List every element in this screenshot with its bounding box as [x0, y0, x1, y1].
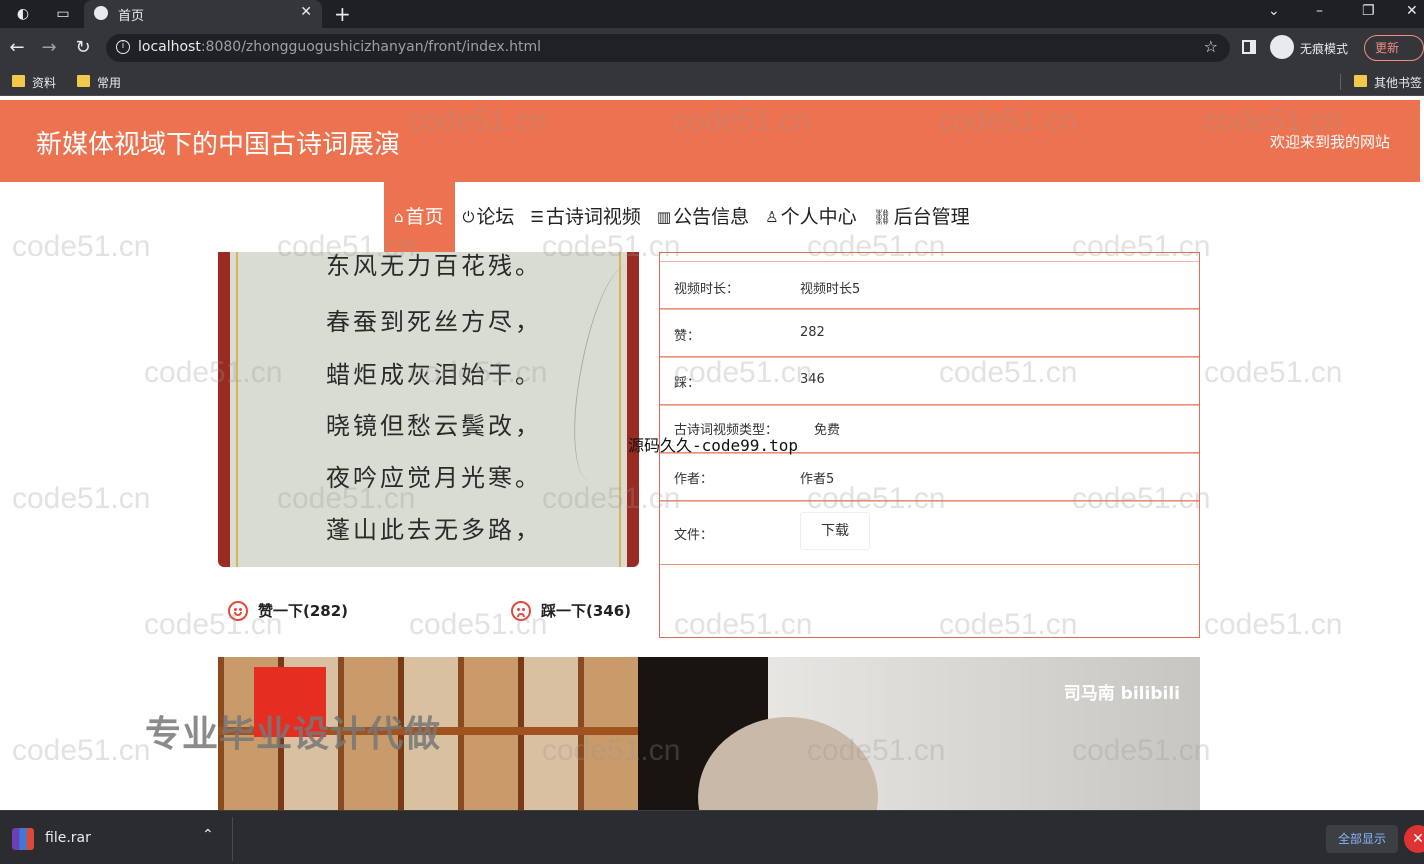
detail-value: 免费 — [814, 423, 841, 438]
detail-row-dislikes: 踩： 346 — [660, 357, 1199, 405]
side-panel-icon[interactable] — [1242, 40, 1256, 54]
close-icon[interactable]: ✕ — [1404, 825, 1424, 853]
nav-profile[interactable]: ♙ 个人中心 — [757, 182, 864, 252]
home-icon: ⌂ — [394, 208, 404, 226]
smile-icon — [228, 600, 248, 621]
detail-value: 作者5 — [800, 472, 835, 487]
bilibili-watermark: 司马南 bilibili — [1063, 684, 1180, 704]
poem-line: 蜡炬成灰泪始干。 — [326, 361, 542, 389]
nav-label: 论坛 — [476, 206, 515, 228]
incognito-icon[interactable] — [1270, 35, 1294, 59]
detail-key: 作者： — [674, 472, 714, 487]
book-icon: ▥ — [656, 208, 672, 226]
archive-file-icon — [12, 828, 34, 850]
main-nav: ⌂ 首页 ⏻ 论坛 ☰ 古诗词视频 ▥ 公告信息 ♙ 个人中心 ⛓ 后台管理 — [384, 182, 978, 252]
window-close-icon[interactable]: ✕ — [1406, 3, 1418, 19]
watermark: code51.cn — [12, 482, 151, 515]
detail-value: 282 — [800, 325, 825, 340]
nav-poetry-video[interactable]: ☰ 古诗词视频 — [522, 182, 648, 252]
detail-key: 文件： — [674, 528, 714, 543]
nav-forum[interactable]: ⏻ 论坛 — [455, 182, 523, 252]
frown-icon — [511, 600, 531, 621]
download-file-name[interactable]: file.rar — [45, 830, 91, 846]
poem-line: 蓬山此去无多路， — [326, 516, 542, 544]
favicon-icon — [94, 6, 108, 20]
chevron-up-icon[interactable]: ⌃ — [202, 827, 214, 843]
watermark: code51.cn — [1204, 356, 1343, 389]
detail-row-author: 作者： 作者5 — [660, 453, 1199, 501]
watermark: code51.cn — [12, 734, 151, 767]
nav-announcements[interactable]: ▥ 公告信息 — [649, 182, 757, 252]
maximize-icon[interactable]: ❐ — [1362, 3, 1375, 19]
detail-row-duration: 视频时长： 视频时长5 — [660, 261, 1199, 309]
detail-key: 踩： — [674, 376, 701, 391]
address-bar[interactable]: i localhost:8080/zhongguogushicizhanyan/… — [106, 34, 1230, 62]
url-text: localhost:8080/zhongguogushicizhanyan/fr… — [138, 39, 541, 55]
download-button[interactable]: 下载 — [800, 512, 870, 550]
poem-cover-image: 东风无力百花残。 春蚕到死丝方尽， 蜡炬成灰泪始干。 晓镜但愁云鬓改， 夜吟应觉… — [218, 252, 639, 567]
close-icon[interactable]: ✕ — [300, 4, 312, 20]
like-button[interactable]: 赞一下(282) — [228, 600, 348, 621]
reload-icon[interactable]: ↻ — [72, 37, 94, 58]
tab-title: 首页 — [118, 9, 145, 24]
minimize-icon[interactable]: – — [1316, 3, 1323, 19]
bookmark-folder-ziliao[interactable]: 资料 — [12, 74, 56, 91]
nav-label: 个人中心 — [780, 206, 857, 228]
link-icon: ⛓ — [872, 208, 892, 226]
dislike-label: 踩一下(346) — [541, 602, 632, 620]
nav-label: 公告信息 — [673, 206, 750, 228]
poem-line: 春蚕到死丝方尽， — [326, 308, 542, 336]
show-all-downloads-button[interactable]: 全部显示 — [1326, 825, 1398, 853]
site-header: 新媒体视域下的中国古诗词展演 欢迎来到我的网站 — [0, 100, 1420, 182]
url-host: localhost — [138, 39, 201, 55]
download-shelf: file.rar ⌃ 全部显示 ✕ — [0, 810, 1424, 864]
nav-home[interactable]: ⌂ 首页 — [384, 182, 455, 252]
back-icon[interactable]: ← — [6, 37, 28, 58]
browser-toolbar: ← → ↻ i localhost:8080/zhongguogushicizh… — [0, 28, 1424, 68]
poem-line: 夜吟应觉月光寒。 — [326, 464, 542, 492]
download-divider — [232, 817, 233, 861]
incognito-label: 无痕模式 — [1300, 42, 1349, 56]
detail-row-file: 文件： 下载 — [660, 501, 1199, 565]
overlay-watermark-text: 源码久久-code99.top — [628, 436, 798, 455]
detail-value: 视频时长5 — [800, 282, 861, 297]
info-icon[interactable]: i — [116, 40, 130, 54]
site-title: 新媒体视域下的中国古诗词展演 — [36, 130, 401, 160]
layers-icon: ☰ — [530, 208, 544, 226]
nav-label: 古诗词视频 — [545, 206, 641, 228]
ad-overlay-text: 专业毕业设计代做 — [145, 714, 442, 755]
browser-tab[interactable]: 首页 ✕ — [84, 0, 322, 28]
other-bookmarks-folder[interactable]: 其他书签 — [1354, 74, 1422, 91]
nav-admin[interactable]: ⛓ 后台管理 — [865, 182, 978, 252]
forward-icon[interactable]: → — [38, 37, 60, 58]
poem-line: 东风无力百花残。 — [326, 252, 542, 280]
new-tab-icon[interactable]: + — [334, 2, 351, 26]
browser-tab-strip: ◐ ▭ 首页 ✕ + ⌄ – ❐ ✕ — [0, 0, 1424, 28]
power-icon: ⏻ — [462, 208, 475, 226]
window-icon[interactable]: ▭ — [54, 5, 72, 23]
watermark: code51.cn — [12, 230, 151, 263]
bookmark-folder-changyong[interactable]: 常用 — [77, 74, 121, 91]
url-path: :8080/zhongguogushicizhanyan/front/index… — [200, 39, 541, 55]
poem-line: 晓镜但愁云鬓改， — [326, 412, 542, 440]
bookmarks-divider — [1340, 74, 1341, 90]
globe-icon[interactable]: ◐ — [14, 5, 32, 23]
detail-value: 346 — [800, 372, 825, 387]
bookmark-star-icon[interactable]: ☆ — [1204, 37, 1218, 56]
watermark: code51.cn — [1204, 608, 1343, 641]
dislike-button[interactable]: 踩一下(346) — [511, 600, 631, 621]
update-button[interactable]: 更新 — [1364, 35, 1424, 61]
nav-label: 首页 — [405, 206, 444, 228]
nav-label: 后台管理 — [893, 206, 970, 228]
like-label: 赞一下(282) — [258, 602, 349, 620]
chevron-down-icon[interactable]: ⌄ — [1268, 3, 1280, 19]
bookmarks-bar: 资料 常用 其他书签 — [0, 68, 1424, 96]
detail-key: 赞： — [674, 329, 701, 344]
welcome-text: 欢迎来到我的网站 — [1269, 133, 1390, 151]
detail-row-likes: 赞： 282 — [660, 309, 1199, 357]
user-icon: ♙ — [765, 208, 779, 226]
detail-key: 视频时长： — [674, 282, 740, 297]
